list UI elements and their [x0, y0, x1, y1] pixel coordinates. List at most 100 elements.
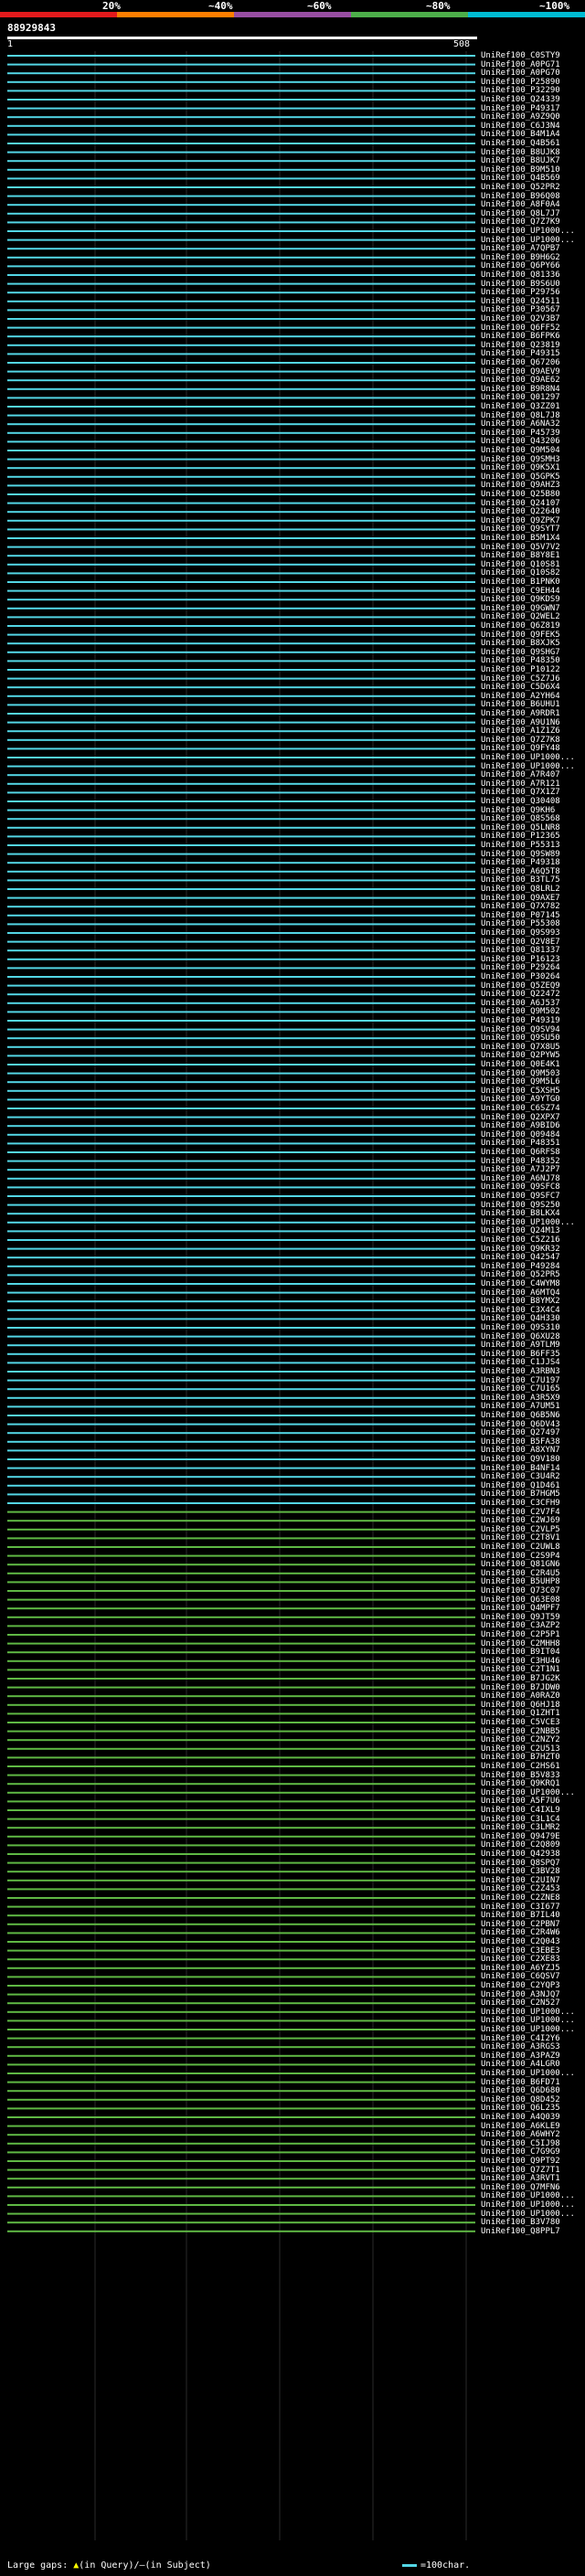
- hit-label[interactable]: UniRef100_UP1000...: [481, 2200, 575, 2210]
- hit-label[interactable]: UniRef100_A6NA32: [481, 419, 560, 429]
- hit-label[interactable]: UniRef100_C5D6X4: [481, 683, 560, 692]
- hit-label[interactable]: UniRef100_Q5LNR8: [481, 823, 560, 832]
- hit-label[interactable]: UniRef100_C2V7F4: [481, 1508, 560, 1517]
- hit-label[interactable]: UniRef100_P48351: [481, 1139, 560, 1148]
- hit-label[interactable]: UniRef100_A0PG70: [481, 69, 560, 78]
- hit-label[interactable]: UniRef100_P25890: [481, 78, 560, 87]
- hit-label[interactable]: UniRef100_Q9M504: [481, 446, 560, 455]
- hit-label[interactable]: UniRef100_UP1000...: [481, 2008, 575, 2017]
- hit-label[interactable]: UniRef100_Q7Z7K8: [481, 736, 560, 745]
- hit-label[interactable]: UniRef100_B8Y8E1: [481, 551, 560, 560]
- hit-label[interactable]: UniRef100_Q6DV43: [481, 1420, 560, 1429]
- hit-label[interactable]: UniRef100_B1PNK0: [481, 578, 560, 587]
- hit-label[interactable]: UniRef100_Q0E4K1: [481, 1060, 560, 1069]
- hit-label[interactable]: UniRef100_Q6L235: [481, 2104, 560, 2113]
- hit-label[interactable]: UniRef100_B8UJK8: [481, 148, 560, 157]
- hit-label[interactable]: UniRef100_B7HZT0: [481, 1753, 560, 1762]
- hit-label[interactable]: UniRef100_A4Q039: [481, 2113, 560, 2122]
- hit-label[interactable]: UniRef100_Q9GWN7: [481, 604, 560, 613]
- hit-label[interactable]: UniRef100_UP1000...: [481, 227, 575, 236]
- hit-label[interactable]: UniRef100_Q10S82: [481, 568, 560, 578]
- hit-label[interactable]: UniRef100_Q30408: [481, 797, 560, 806]
- hit-label[interactable]: UniRef100_Q2V8E7: [481, 938, 560, 947]
- hit-label[interactable]: UniRef100_Q6XU28: [481, 1332, 560, 1341]
- hit-label[interactable]: UniRef100_A9BID6: [481, 1121, 560, 1130]
- hit-label[interactable]: UniRef100_P49315: [481, 349, 560, 358]
- hit-label[interactable]: UniRef100_Q22472: [481, 990, 560, 999]
- hit-label[interactable]: UniRef100_Q8L7J7: [481, 209, 560, 218]
- hit-label[interactable]: UniRef100_A6YZJ5: [481, 1964, 560, 1973]
- hit-label[interactable]: UniRef100_C2MHH8: [481, 1639, 560, 1648]
- hit-label[interactable]: UniRef100_A9Z9Q0: [481, 112, 560, 122]
- hit-label[interactable]: UniRef100_P32290: [481, 86, 560, 95]
- hit-label[interactable]: UniRef100_B6FF35: [481, 1350, 560, 1359]
- hit-label[interactable]: UniRef100_A6J537: [481, 999, 560, 1008]
- hit-label[interactable]: UniRef100_P49284: [481, 1262, 560, 1271]
- hit-label[interactable]: UniRef100_Q73C07: [481, 1586, 560, 1595]
- hit-label[interactable]: UniRef100_B5UHP8: [481, 1577, 560, 1586]
- hit-label[interactable]: UniRef100_Q6D680: [481, 2086, 560, 2095]
- hit-label[interactable]: UniRef100_Q9JT59: [481, 1613, 560, 1622]
- hit-label[interactable]: UniRef100_A3NJQ7: [481, 1990, 560, 1999]
- hit-label[interactable]: UniRef100_C6J3N4: [481, 122, 560, 131]
- hit-label[interactable]: UniRef100_Q23819: [481, 341, 560, 350]
- hit-label[interactable]: UniRef100_C4I2Y6: [481, 2034, 560, 2043]
- hit-label[interactable]: UniRef100_Q6Z819: [481, 621, 560, 631]
- hit-label[interactable]: UniRef100_C2P5P1: [481, 1630, 560, 1639]
- hit-label[interactable]: UniRef100_C3X4C4: [481, 1306, 560, 1315]
- hit-label[interactable]: UniRef100_A9YTG0: [481, 1095, 560, 1104]
- hit-label[interactable]: UniRef100_Q10S81: [481, 560, 560, 569]
- hit-label[interactable]: UniRef100_Q5GPK5: [481, 472, 560, 482]
- hit-label[interactable]: UniRef100_A7QPB7: [481, 244, 560, 253]
- hit-label[interactable]: UniRef100_A9RDR1: [481, 709, 560, 718]
- hit-label[interactable]: UniRef100_P49319: [481, 1016, 560, 1025]
- hit-label[interactable]: UniRef100_Q1D461: [481, 1481, 560, 1490]
- hit-label[interactable]: UniRef100_C2ZNE8: [481, 1893, 560, 1903]
- hit-label[interactable]: UniRef100_Q7Z7T1: [481, 2166, 560, 2175]
- hit-label[interactable]: UniRef100_Q3ZZ01: [481, 402, 560, 411]
- hit-label[interactable]: UniRef100_A7R407: [481, 770, 560, 779]
- hit-label[interactable]: UniRef100_Q81337: [481, 946, 560, 955]
- hit-label[interactable]: UniRef100_A1Z1Z6: [481, 726, 560, 736]
- hit-label[interactable]: UniRef100_C6QSV7: [481, 1972, 560, 1981]
- hit-label[interactable]: UniRef100_UP1000...: [481, 762, 575, 771]
- hit-label[interactable]: UniRef100_A4LGR0: [481, 2060, 560, 2069]
- hit-label[interactable]: UniRef100_B6FD71: [481, 2078, 560, 2087]
- hit-label[interactable]: UniRef100_Q22640: [481, 507, 560, 516]
- hit-label[interactable]: UniRef100_Q7X1Z7: [481, 788, 560, 797]
- hit-label[interactable]: UniRef100_P49318: [481, 858, 560, 867]
- hit-label[interactable]: UniRef100_C3BV28: [481, 1867, 560, 1876]
- hit-label[interactable]: UniRef100_C2Q043: [481, 1937, 560, 1946]
- hit-label[interactable]: UniRef100_Q9SFC8: [481, 1182, 560, 1192]
- hit-label[interactable]: UniRef100_Q63E08: [481, 1595, 560, 1605]
- hit-label[interactable]: UniRef100_C2VLP5: [481, 1525, 560, 1534]
- hit-label[interactable]: UniRef100_P29264: [481, 963, 560, 972]
- hit-label[interactable]: UniRef100_Q9PT92: [481, 2157, 560, 2166]
- hit-label[interactable]: UniRef100_P30264: [481, 972, 560, 981]
- hit-label[interactable]: UniRef100_Q9KRQ1: [481, 1779, 560, 1788]
- hit-label[interactable]: UniRef100_A0RAZ0: [481, 1691, 560, 1701]
- hit-label[interactable]: UniRef100_P10122: [481, 665, 560, 674]
- hit-label[interactable]: UniRef100_UP1000...: [481, 2069, 575, 2078]
- hit-label[interactable]: UniRef100_C3I677: [481, 1903, 560, 1912]
- hit-label[interactable]: UniRef100_B7HGM5: [481, 1489, 560, 1499]
- hit-label[interactable]: UniRef100_C2U513: [481, 1744, 560, 1754]
- hit-label[interactable]: UniRef100_Q9S310: [481, 1323, 560, 1332]
- hit-label[interactable]: UniRef100_UP1000...: [481, 2210, 575, 2219]
- hit-label[interactable]: UniRef100_A6MTQ4: [481, 1288, 560, 1298]
- hit-label[interactable]: UniRef100_Q9KH6: [481, 806, 555, 815]
- hit-label[interactable]: UniRef100_B8XJK5: [481, 639, 560, 648]
- hit-label[interactable]: UniRef100_Q2XPX7: [481, 1113, 560, 1122]
- hit-label[interactable]: UniRef100_C3HU46: [481, 1657, 560, 1666]
- hit-label[interactable]: UniRef100_B4NF14: [481, 1464, 560, 1473]
- hit-label[interactable]: UniRef100_B3TL75: [481, 875, 560, 885]
- hit-label[interactable]: UniRef100_B5FA38: [481, 1437, 560, 1447]
- hit-label[interactable]: UniRef100_UP1000...: [481, 2016, 575, 2025]
- hit-label[interactable]: UniRef100_C2Q809: [481, 1840, 560, 1850]
- hit-label[interactable]: UniRef100_Q7X782: [481, 902, 560, 911]
- hit-label[interactable]: UniRef100_B7JDW0: [481, 1683, 560, 1692]
- hit-label[interactable]: UniRef100_C5Z7J6: [481, 674, 560, 684]
- hit-label[interactable]: UniRef100_C1JJS4: [481, 1358, 560, 1367]
- hit-label[interactable]: UniRef100_B9M510: [481, 165, 560, 175]
- hit-label[interactable]: UniRef100_Q9SV94: [481, 1025, 560, 1034]
